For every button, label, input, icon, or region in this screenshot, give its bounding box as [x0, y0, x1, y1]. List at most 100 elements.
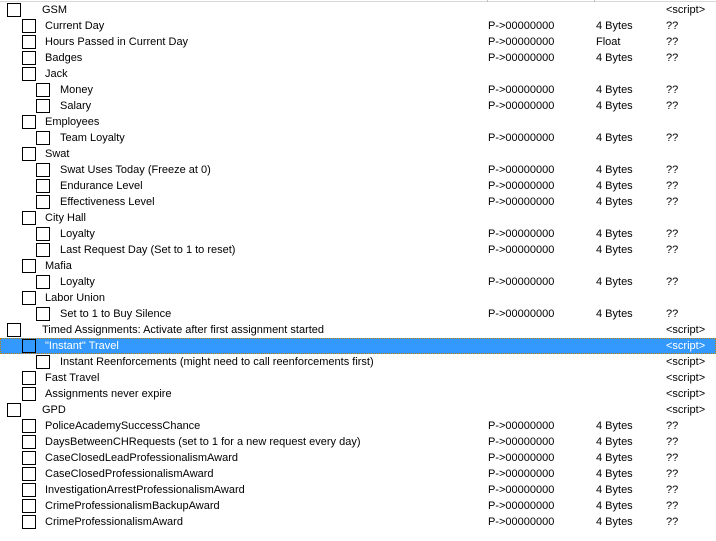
value[interactable]: ??: [666, 418, 678, 434]
active-checkbox[interactable]: [22, 339, 36, 353]
value-type: 4 Bytes: [596, 420, 633, 432]
active-checkbox[interactable]: [22, 435, 36, 449]
active-checkbox[interactable]: [22, 371, 36, 385]
active-checkbox[interactable]: [22, 499, 36, 513]
table-row[interactable]: Badges P->00000000 4 Bytes ??: [0, 50, 716, 66]
active-checkbox[interactable]: [36, 99, 50, 113]
active-checkbox[interactable]: [22, 483, 36, 497]
active-checkbox[interactable]: [36, 227, 50, 241]
value[interactable]: <script>: [666, 338, 705, 354]
active-checkbox[interactable]: [22, 51, 36, 65]
value[interactable]: ??: [666, 50, 678, 66]
table-row[interactable]: Hours Passed in Current Day P->00000000 …: [0, 34, 716, 50]
value[interactable]: ??: [666, 130, 678, 146]
value[interactable]: ??: [666, 498, 678, 514]
table-row[interactable]: CaseClosedProfessionalismAward P->000000…: [0, 466, 716, 482]
table-row[interactable]: Instant Reenforcements (might need to ca…: [0, 354, 716, 370]
table-row[interactable]: CrimeProfessionalismBackupAward P->00000…: [0, 498, 716, 514]
table-row[interactable]: CaseClosedLeadProfessionalismAward P->00…: [0, 450, 716, 466]
table-row[interactable]: Loyalty P->00000000 4 Bytes ??: [0, 226, 716, 242]
active-checkbox[interactable]: [22, 35, 36, 49]
active-checkbox[interactable]: [22, 19, 36, 33]
value[interactable]: ??: [666, 178, 678, 194]
value-type: 4 Bytes: [596, 308, 633, 320]
table-row[interactable]: Employees: [0, 114, 716, 130]
active-checkbox[interactable]: [22, 387, 36, 401]
active-checkbox[interactable]: [22, 419, 36, 433]
active-checkbox[interactable]: [22, 291, 36, 305]
value[interactable]: <script>: [666, 2, 705, 18]
value[interactable]: ??: [666, 242, 678, 258]
table-row[interactable]: PoliceAcademySuccessChance P->00000000 4…: [0, 418, 716, 434]
table-row[interactable]: Money P->00000000 4 Bytes ??: [0, 82, 716, 98]
table-row[interactable]: CrimeProfessionalismAward P->00000000 4 …: [0, 514, 716, 530]
table-row[interactable]: Effectiveness Level P->00000000 4 Bytes …: [0, 194, 716, 210]
table-row[interactable]: Set to 1 to Buy Silence P->00000000 4 By…: [0, 306, 716, 322]
active-checkbox[interactable]: [36, 243, 50, 257]
table-row[interactable]: Assignments never expire <script>: [0, 386, 716, 402]
value-type: 4 Bytes: [596, 132, 633, 144]
table-row[interactable]: City Hall: [0, 210, 716, 226]
value[interactable]: ??: [666, 18, 678, 34]
value[interactable]: <script>: [666, 370, 705, 386]
value[interactable]: ??: [666, 482, 678, 498]
table-row[interactable]: Last Request Day (Set to 1 to reset) P->…: [0, 242, 716, 258]
value[interactable]: ??: [666, 306, 678, 322]
table-row[interactable]: Loyalty P->00000000 4 Bytes ??: [0, 274, 716, 290]
table-row[interactable]: Jack: [0, 66, 716, 82]
active-checkbox[interactable]: [22, 467, 36, 481]
table-row[interactable]: Labor Union: [0, 290, 716, 306]
active-checkbox[interactable]: [22, 211, 36, 225]
value[interactable]: ??: [666, 162, 678, 178]
value[interactable]: <script>: [666, 386, 705, 402]
active-checkbox[interactable]: [7, 3, 21, 17]
table-row[interactable]: "Instant" Travel <script>: [0, 338, 716, 354]
table-row[interactable]: GPD <script>: [0, 402, 716, 418]
value[interactable]: <script>: [666, 322, 705, 338]
value[interactable]: ??: [666, 194, 678, 210]
active-checkbox[interactable]: [36, 307, 50, 321]
active-checkbox[interactable]: [36, 195, 50, 209]
table-row[interactable]: Mafia: [0, 258, 716, 274]
table-row[interactable]: InvestigationArrestProfessionalismAward …: [0, 482, 716, 498]
value-type: 4 Bytes: [596, 20, 633, 32]
active-checkbox[interactable]: [36, 275, 50, 289]
description: Badges: [45, 52, 83, 64]
value-type: 4 Bytes: [596, 164, 633, 176]
value[interactable]: ??: [666, 514, 678, 530]
active-checkbox[interactable]: [22, 67, 36, 81]
table-row[interactable]: GSM <script>: [0, 2, 716, 18]
value[interactable]: ??: [666, 466, 678, 482]
value[interactable]: ??: [666, 98, 678, 114]
address: P->00000000: [488, 180, 555, 192]
active-checkbox[interactable]: [22, 115, 36, 129]
active-checkbox[interactable]: [36, 179, 50, 193]
active-checkbox[interactable]: [36, 355, 50, 369]
active-checkbox[interactable]: [36, 83, 50, 97]
table-row[interactable]: Team Loyalty P->00000000 4 Bytes ??: [0, 130, 716, 146]
value[interactable]: ??: [666, 450, 678, 466]
value[interactable]: ??: [666, 274, 678, 290]
active-checkbox[interactable]: [7, 323, 21, 337]
value[interactable]: ??: [666, 226, 678, 242]
active-checkbox[interactable]: [22, 451, 36, 465]
table-row[interactable]: Swat: [0, 146, 716, 162]
table-row[interactable]: Endurance Level P->00000000 4 Bytes ??: [0, 178, 716, 194]
value[interactable]: <script>: [666, 402, 705, 418]
table-row[interactable]: Fast Travel <script>: [0, 370, 716, 386]
active-checkbox[interactable]: [7, 403, 21, 417]
table-row[interactable]: Timed Assignments: Activate after first …: [0, 322, 716, 338]
table-row[interactable]: Salary P->00000000 4 Bytes ??: [0, 98, 716, 114]
active-checkbox[interactable]: [22, 259, 36, 273]
table-row[interactable]: DaysBetweenCHRequests (set to 1 for a ne…: [0, 434, 716, 450]
value[interactable]: ??: [666, 34, 678, 50]
value[interactable]: <script>: [666, 354, 705, 370]
active-checkbox[interactable]: [36, 131, 50, 145]
active-checkbox[interactable]: [22, 515, 36, 529]
active-checkbox[interactable]: [36, 163, 50, 177]
table-row[interactable]: Swat Uses Today (Freeze at 0) P->0000000…: [0, 162, 716, 178]
active-checkbox[interactable]: [22, 147, 36, 161]
value[interactable]: ??: [666, 434, 678, 450]
value[interactable]: ??: [666, 82, 678, 98]
table-row[interactable]: Current Day P->00000000 4 Bytes ??: [0, 18, 716, 34]
